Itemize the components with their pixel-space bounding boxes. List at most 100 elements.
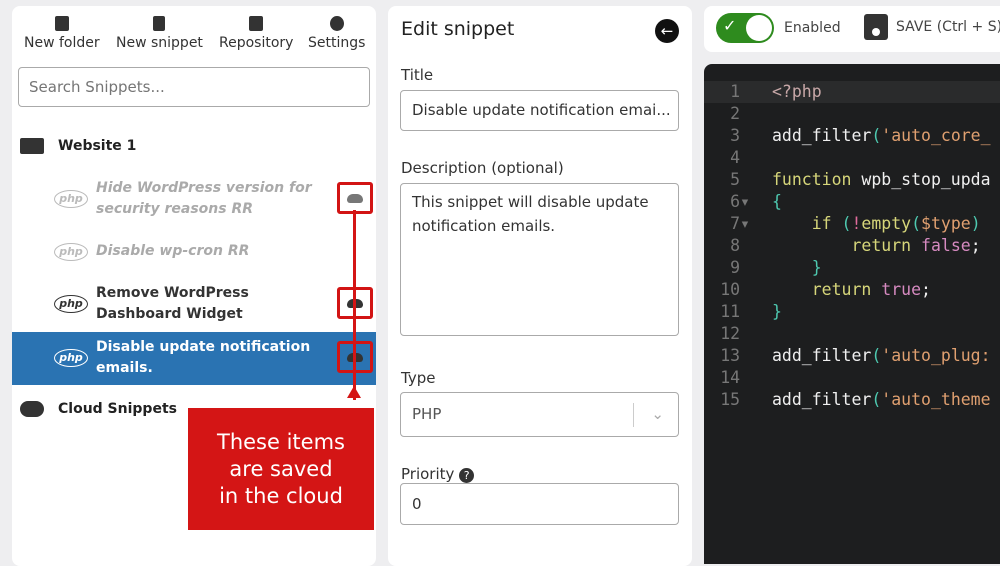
code-line: 5 function wpb_stop_upda: [704, 169, 1000, 191]
code-editor[interactable]: 1 <?php 2 3 add_filter('auto_core_ 4 5 fun…: [704, 64, 1000, 564]
line-number: 5: [730, 170, 750, 189]
code-token: (: [911, 214, 922, 233]
help-icon[interactable]: ?: [459, 468, 475, 483]
gear-icon: [329, 16, 344, 31]
code-line: 3 add_filter('auto_core_: [704, 125, 1000, 147]
code-line: 10 return true;: [704, 279, 1000, 301]
line-number: 15: [720, 390, 750, 409]
type-select[interactable]: PHP ⌄: [400, 392, 679, 437]
snippet-item-selected[interactable]: php Disable update notification emails.: [12, 332, 376, 385]
code-text: add_filter('auto_plug:: [772, 345, 991, 367]
code-token: return: [772, 280, 882, 299]
code-token: (: [871, 390, 882, 409]
code-line: 13 add_filter('auto_plug:: [704, 345, 1000, 367]
php-icon: php: [54, 190, 88, 208]
save-button[interactable]: SAVE (Ctrl + S): [864, 14, 1000, 40]
code-token: false: [921, 236, 971, 255]
code-token: return: [772, 236, 922, 255]
line-number: 10: [720, 280, 750, 299]
chevron-down-icon: ⌄: [651, 405, 664, 423]
code-line: 11 }: [704, 301, 1000, 323]
settings-button[interactable]: Settings: [308, 16, 365, 51]
arrow-up-icon: [347, 386, 361, 398]
new-snippet-button[interactable]: New snippet: [116, 16, 203, 51]
code-text: }: [772, 301, 782, 323]
code-line: 7▾ if (!empty($type): [704, 213, 1000, 235]
code-text: <?php: [772, 81, 822, 103]
snippet-item[interactable]: php Disable wp-cron RR: [12, 241, 376, 263]
title-input[interactable]: Disable update notification emai...: [400, 90, 679, 131]
code-text: add_filter('auto_theme: [772, 389, 991, 411]
line-number: 2: [730, 104, 750, 123]
snippet-title: Disable update notification emails.: [96, 339, 311, 376]
priority-input[interactable]: 0: [400, 483, 679, 525]
folder-cloud-snippets[interactable]: Cloud Snippets: [20, 401, 177, 417]
code-line: 14: [704, 367, 1000, 389]
code-text: {: [772, 191, 782, 213]
folder-label: Cloud Snippets: [58, 401, 177, 417]
line-number: 12: [720, 324, 750, 343]
code-text: }: [772, 257, 822, 279]
code-line: 12: [704, 323, 1000, 345]
snippet-item[interactable]: php Remove WordPress Dashboard Widget: [12, 283, 376, 327]
code-token: $type: [921, 214, 971, 233]
code-token: if: [772, 214, 842, 233]
type-label: Type: [401, 369, 436, 387]
code-token: (: [871, 126, 882, 145]
address-book-icon: [249, 16, 264, 31]
panel-title: Edit snippet: [401, 18, 515, 40]
code-line: 9 }: [704, 257, 1000, 279]
line-number: 6▾: [730, 192, 750, 211]
snippet-title: Disable wp-cron RR: [96, 243, 250, 259]
file-icon: [153, 16, 166, 31]
folder-plus-icon: [54, 16, 69, 31]
line-number: 7▾: [730, 214, 750, 233]
code-token: }: [772, 258, 822, 277]
folder-website-1[interactable]: Website 1: [20, 138, 136, 154]
snippet-item[interactable]: php Hide WordPress version for security r…: [12, 178, 376, 222]
code-token: 'auto_core_: [881, 126, 991, 145]
enabled-toggle[interactable]: ✓: [716, 13, 774, 43]
code-token: add_filter: [772, 126, 872, 145]
code-line: 4: [704, 147, 1000, 169]
priority-label: Priority ?: [401, 465, 475, 483]
snippet-title: Hide WordPress version for security reas…: [96, 180, 312, 217]
code-token: wpb_stop_upda: [861, 170, 991, 189]
description-textarea[interactable]: This snippet will disable update notific…: [400, 183, 679, 336]
code-line: 15 add_filter('auto_theme: [704, 389, 1000, 411]
settings-label: Settings: [308, 35, 366, 51]
code-text: function wpb_stop_upda: [772, 169, 991, 191]
new-snippet-label: New snippet: [116, 35, 203, 51]
code-token: 'auto_plug:: [881, 346, 991, 365]
new-folder-button[interactable]: New folder: [24, 16, 100, 51]
code-token: ;: [970, 236, 981, 255]
new-folder-label: New folder: [24, 35, 100, 51]
code-text: return false;: [772, 235, 981, 257]
code-line: 8 return false;: [704, 235, 1000, 257]
code-line: 1 <?php: [704, 81, 1000, 103]
line-number: 11: [720, 302, 750, 321]
php-icon: php: [54, 243, 88, 261]
code-token: true: [881, 280, 922, 299]
repository-label: Repository: [219, 35, 294, 51]
folder-label: Website 1: [58, 138, 137, 154]
code-token: 'auto_theme: [881, 390, 991, 409]
repository-button[interactable]: Repository: [219, 16, 293, 51]
code-token: function: [772, 170, 862, 189]
code-line: 2: [704, 103, 1000, 125]
enabled-label: Enabled: [784, 20, 841, 36]
line-number: 9: [730, 258, 750, 277]
line-number: 14: [720, 368, 750, 387]
priority-text: Priority: [401, 465, 455, 483]
back-arrow-icon[interactable]: ←: [655, 19, 679, 43]
code-token: add_filter: [772, 346, 872, 365]
type-value: PHP: [412, 405, 442, 423]
line-number: 3: [730, 126, 750, 145]
floppy-disk-icon: [864, 14, 888, 40]
line-number: 13: [720, 346, 750, 365]
code-token: !: [851, 214, 862, 233]
snippet-title: Remove WordPress Dashboard Widget: [96, 285, 249, 322]
editor-toolbar: ✓ Enabled SAVE (Ctrl + S): [704, 6, 1000, 52]
search-input[interactable]: [18, 67, 370, 107]
code-token: }: [772, 302, 782, 321]
